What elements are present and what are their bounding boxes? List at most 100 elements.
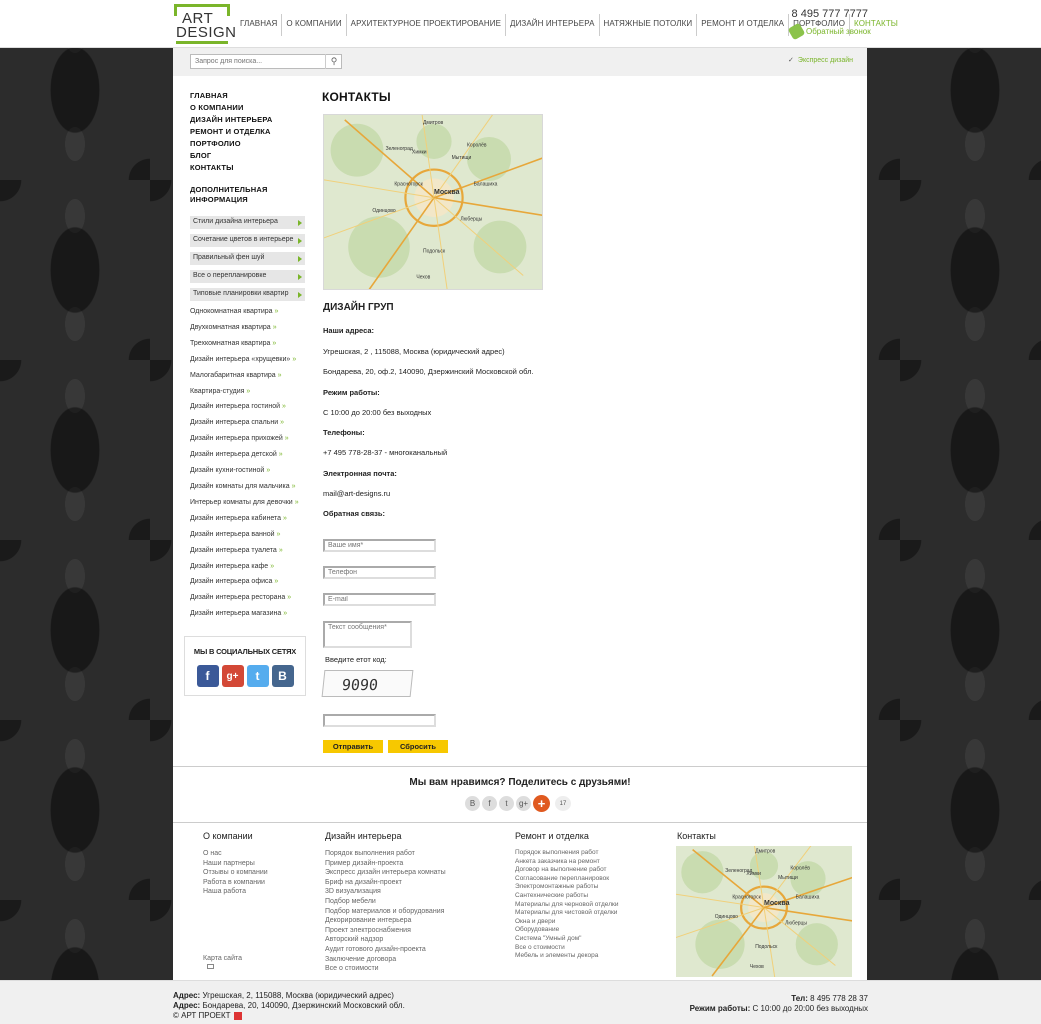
sidebar-sublink[interactable]: Дизайн комнаты для мальчика»: [190, 479, 310, 495]
sidebar-sublink[interactable]: Дизайн интерьера детской»: [190, 447, 310, 463]
footer-link[interactable]: 3D визуализация: [325, 887, 446, 897]
footer-col-title: Ремонт и отделка: [515, 831, 589, 841]
name-field[interactable]: [323, 539, 436, 552]
contact-map[interactable]: Москва Химки Подольск Балашиха Люберцы Одинцо…: [323, 114, 543, 290]
message-field[interactable]: [323, 621, 412, 648]
footer-link[interactable]: Отзывы о компании: [203, 868, 268, 878]
phone-field[interactable]: [323, 566, 436, 579]
send-button[interactable]: Отправить: [323, 740, 383, 753]
sidebar-item-portfolio[interactable]: ПОРТФОЛИО: [190, 138, 310, 150]
info-box-link[interactable]: Типовые планировки квартир: [190, 288, 305, 301]
facebook-icon[interactable]: f: [196, 665, 219, 687]
footer-link[interactable]: Экспресс дизайн интерьера комнаты: [325, 868, 446, 878]
vk-share-icon[interactable]: В: [465, 796, 480, 811]
sidebar-sublink[interactable]: Дизайн интерьера кафе»: [190, 559, 310, 575]
footer-link[interactable]: Авторский надзор: [325, 935, 446, 945]
sidebar-sublink[interactable]: Дизайн интерьера ванной»: [190, 527, 310, 543]
nav-ceilings[interactable]: НАТЯЖНЫЕ ПОТОЛКИ: [598, 14, 697, 36]
footer-link[interactable]: Заключение договора: [325, 955, 446, 965]
footer-link[interactable]: Система "Умный дом": [515, 935, 618, 944]
express-label: Экспресс дизайн: [797, 57, 853, 64]
search-button[interactable]: ⚲: [325, 54, 342, 69]
sidebar-sublink[interactable]: Дизайн интерьера «хрущевки»»: [190, 352, 310, 368]
email-field[interactable]: [323, 593, 436, 606]
sidebar-sublink[interactable]: Малогабаритная квартира»: [190, 368, 310, 384]
sidebar-sublink[interactable]: Однокомнатная квартира»: [190, 304, 310, 320]
footer-link[interactable]: Аудит готового дизайн-проекта: [325, 945, 446, 955]
info-box-link[interactable]: Стили дизайна интерьера: [190, 216, 305, 229]
bottom-left: Адрес: Угрешская, 2, 115088, Москва (юри…: [173, 991, 405, 1021]
nav-architecture[interactable]: АРХИТЕКТУРНОЕ ПРОЕКТИРОВАНИЕ: [345, 14, 505, 36]
reset-button[interactable]: Сбросить: [388, 740, 448, 753]
footer-link[interactable]: Работа в компании: [203, 878, 268, 888]
search-input[interactable]: [190, 54, 342, 69]
info-box-link[interactable]: Сочетание цветов в интерьере: [190, 234, 305, 247]
facebook-share-icon[interactable]: f: [482, 796, 497, 811]
footer-link[interactable]: Анкета заказчика на ремонт: [515, 858, 618, 867]
sidebar-item-interior[interactable]: ДИЗАЙН ИНТЕРЬЕРА: [190, 114, 310, 126]
nav-home[interactable]: ГЛАВНАЯ: [236, 14, 281, 36]
sidebar-sublink[interactable]: Дизайн интерьера прихожей»: [190, 431, 310, 447]
sidebar-sublink[interactable]: Интерьер комнаты для девочки»: [190, 495, 310, 511]
map-label: Зеленоград: [386, 146, 413, 152]
sidebar-sublink[interactable]: Квартира-студия»: [190, 384, 310, 400]
sidebar-sublink[interactable]: Дизайн интерьера кабинета»: [190, 511, 310, 527]
sidebar-sublink[interactable]: Трехкомнатная квартира»: [190, 336, 310, 352]
twitter-share-icon[interactable]: t: [499, 796, 514, 811]
footer-link[interactable]: Декорирование интерьера: [325, 916, 446, 926]
footer-link[interactable]: Наши партнеры: [203, 859, 268, 869]
sidebar-sublink[interactable]: Дизайн интерьера магазина»: [190, 606, 310, 622]
footer-link[interactable]: Оборудование: [515, 926, 618, 935]
vk-icon[interactable]: B: [271, 665, 294, 687]
info-box-link[interactable]: Все о перепланировке: [190, 270, 305, 283]
sidebar-sublink[interactable]: Двухкомнатная квартира»: [190, 320, 310, 336]
sidebar-item-contacts[interactable]: КОНТАКТЫ: [190, 162, 310, 174]
callback-link[interactable]: Обратный звонок: [787, 22, 871, 41]
footer-link[interactable]: О нас: [203, 849, 268, 859]
footer-link[interactable]: Электромонтажные работы: [515, 883, 618, 892]
footer-link[interactable]: Материалы для черновой отделки: [515, 901, 618, 910]
footer-link[interactable]: Договор на выполнение работ: [515, 866, 618, 875]
footer-link[interactable]: Материалы для чистовой отделки: [515, 909, 618, 918]
footer-link[interactable]: Сантехнические работы: [515, 892, 618, 901]
footer-link[interactable]: Пример дизайн-проекта: [325, 859, 446, 869]
google-plus-icon[interactable]: g+: [221, 665, 244, 687]
sidebar-item-home[interactable]: ГЛАВНАЯ: [190, 90, 310, 102]
footer-link[interactable]: Наша работа: [203, 887, 268, 897]
nav-repair[interactable]: РЕМОНТ И ОТДЕЛКА: [696, 14, 788, 36]
sidebar-sublink[interactable]: Дизайн интерьера гостиной»: [190, 399, 310, 415]
logo[interactable]: ART DESIGN: [174, 4, 236, 44]
map-label: Красногорск: [394, 181, 423, 187]
sidebar-sublink[interactable]: Дизайн интерьера офиса»: [190, 574, 310, 590]
main-content: КОНТАКТЫ Москва Химки Подольск Балашиха Любе…: [321, 90, 842, 753]
sitemap-icon: [207, 964, 214, 969]
info-box-link[interactable]: Правильный фен шуй: [190, 252, 305, 265]
google-share-icon[interactable]: g+: [516, 796, 531, 811]
footer-link[interactable]: Все о стоимости: [515, 944, 618, 953]
footer-link[interactable]: Мебель и элементы декора: [515, 952, 618, 961]
captcha-field[interactable]: [323, 714, 436, 727]
sidebar-item-blog[interactable]: БЛОГ: [190, 150, 310, 162]
footer-link[interactable]: Проект электроснабжения: [325, 926, 446, 936]
sidebar-item-company[interactable]: О КОМПАНИИ: [190, 102, 310, 114]
nav-interior[interactable]: ДИЗАЙН ИНТЕРЬЕРА: [505, 14, 599, 36]
sidebar-sublink[interactable]: Дизайн кухни-гостиной»: [190, 463, 310, 479]
sitemap-link[interactable]: Карта сайта: [203, 955, 242, 969]
sidebar-sublink[interactable]: Дизайн интерьера спальни»: [190, 415, 310, 431]
nav-company[interactable]: О КОМПАНИИ: [281, 14, 345, 36]
express-design-link[interactable]: ✓ Экспресс дизайн: [788, 56, 853, 64]
plus-share-icon[interactable]: +: [533, 795, 550, 812]
footer-link[interactable]: Подбор материалов и оборудования: [325, 907, 446, 917]
footer-link[interactable]: Порядок выполнения работ: [325, 849, 446, 859]
sidebar-item-repair[interactable]: РЕМОНТ И ОТДЕЛКА: [190, 126, 310, 138]
sidebar-sublink[interactable]: Дизайн интерьера ресторана»: [190, 590, 310, 606]
email-value[interactable]: mail@art-designs.ru: [323, 489, 390, 498]
footer-link[interactable]: Порядок выполнения работ: [515, 849, 618, 858]
twitter-icon[interactable]: t: [246, 665, 269, 687]
footer-link[interactable]: Подбор мебели: [325, 897, 446, 907]
footer-map[interactable]: Москва Химки Подольск Балашиха Люберцы Одинцо…: [676, 846, 852, 977]
map-label: Люберцы: [460, 217, 482, 223]
footer-link[interactable]: Все о стоимости: [325, 964, 446, 974]
footer-link[interactable]: Бриф на дизайн-проект: [325, 878, 446, 888]
sidebar-sublink[interactable]: Дизайн интерьера туалета»: [190, 543, 310, 559]
